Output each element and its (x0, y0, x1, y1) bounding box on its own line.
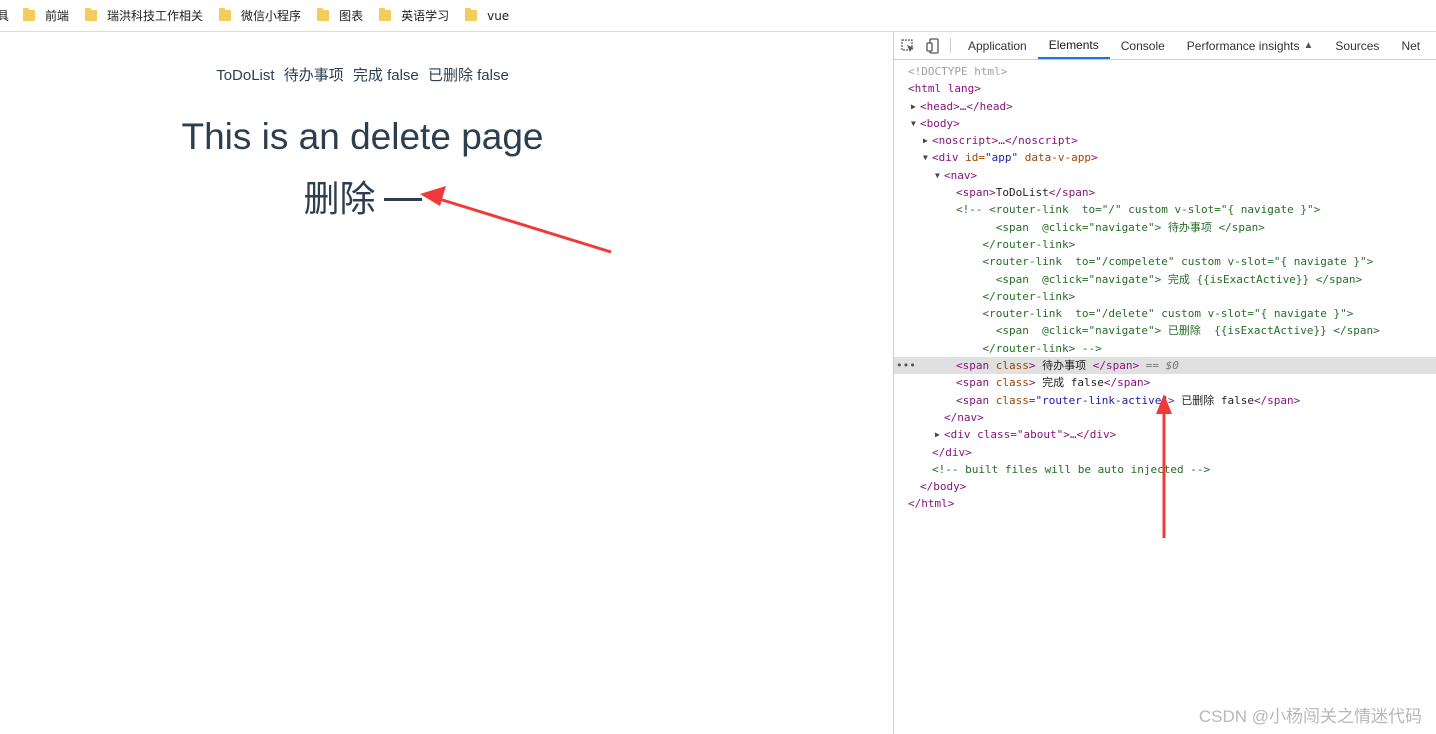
annotation-arrows (420, 186, 1172, 538)
arrow-to-dash (420, 186, 612, 254)
arrow-to-active-class (1156, 394, 1172, 538)
